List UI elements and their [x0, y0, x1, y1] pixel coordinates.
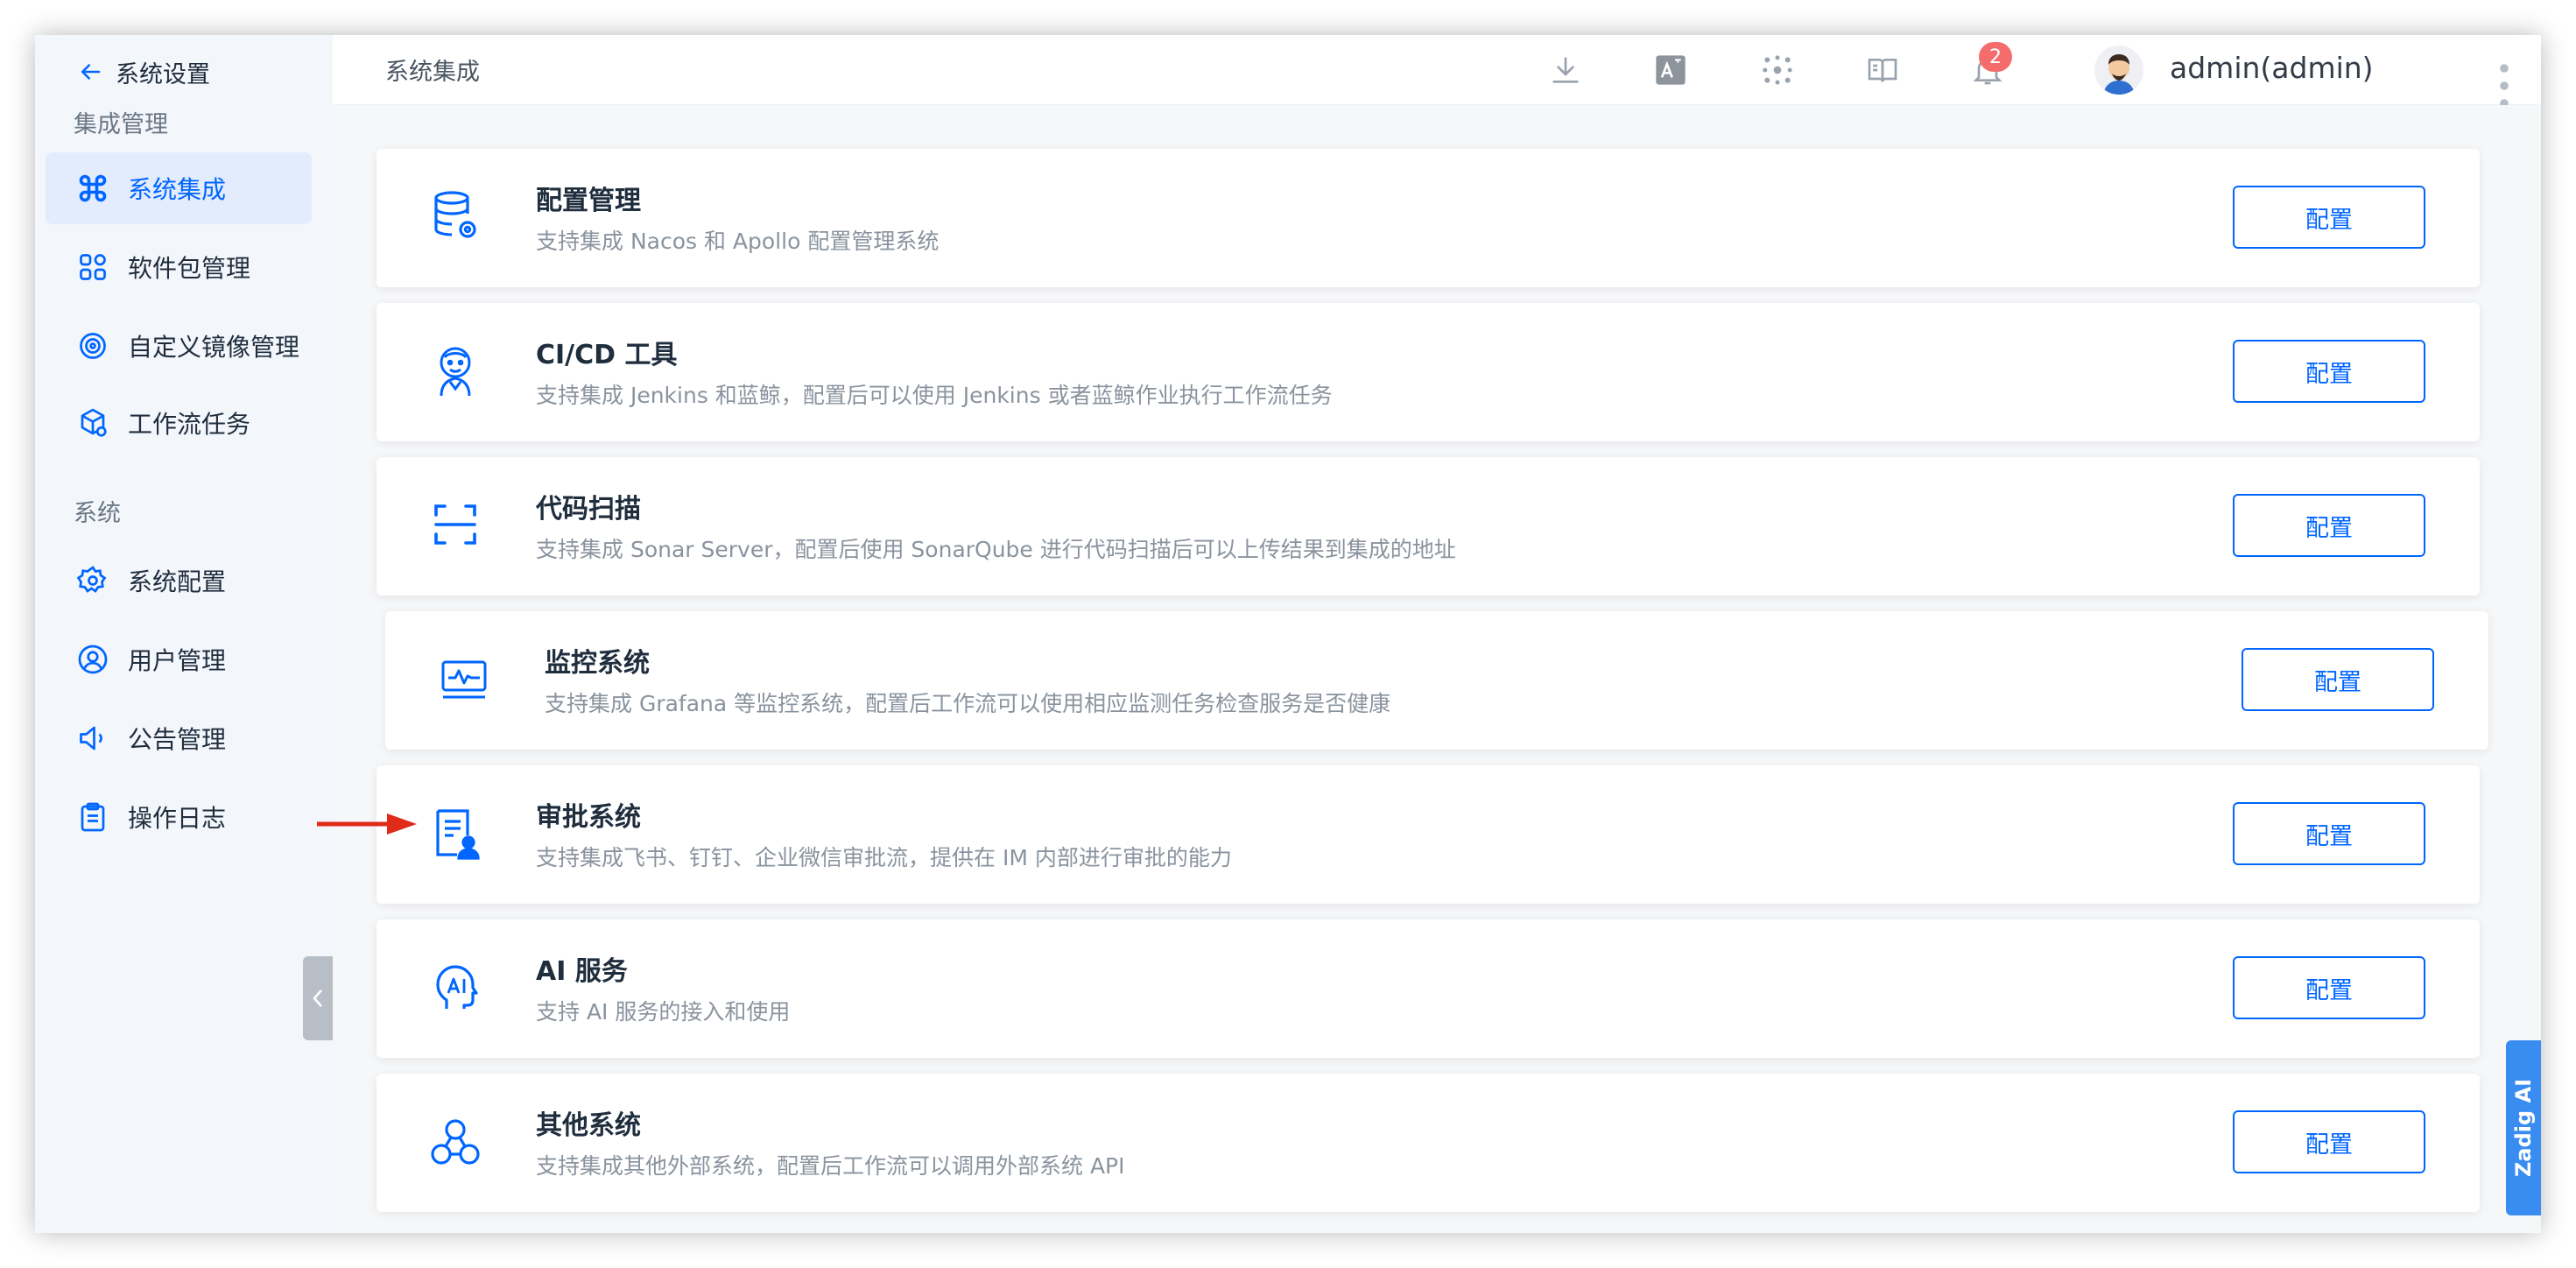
nodes-icon: [429, 1114, 482, 1168]
assistant-tab-label: Zadig AI: [2511, 1078, 2537, 1178]
book-icon: [1868, 59, 1897, 82]
card-title: 其他系统: [536, 1110, 641, 1141]
card-description: 支持 AI 服务的接入和使用: [536, 999, 791, 1025]
arrow-left-icon: [81, 64, 101, 80]
download-icon: [1552, 57, 1579, 83]
translate-button[interactable]: [1653, 53, 1688, 88]
box-gear-icon: [81, 408, 107, 437]
integration-list: 配置管理 支持集成 Nacos 和 Apollo 配置管理系统 配置 CI/CD…: [333, 105, 2541, 1233]
card-title: CI/CD 工具: [536, 340, 678, 370]
card-description: 支持集成 Jenkins 和蓝鲸，配置后可以使用 Jenkins 或者蓝鲸作业执…: [536, 383, 1333, 408]
sidebar-item-label: 用户管理: [128, 646, 227, 675]
configure-button-ai-service[interactable]: 配置: [2233, 956, 2425, 1019]
download-button[interactable]: [1548, 53, 1583, 88]
translate-icon: [1656, 55, 1686, 85]
sidebar-item-system-integration[interactable]: 系统集成: [46, 152, 312, 224]
configure-button-other-systems[interactable]: 配置: [2233, 1110, 2425, 1173]
sidebar-item-label: 公告管理: [128, 725, 227, 754]
sidebar-item-system-config[interactable]: 系统配置: [46, 545, 312, 616]
card-description: 支持集成其他外部系统，配置后工作流可以调用外部系统 API: [536, 1153, 1125, 1179]
card-title: AI 服务: [536, 956, 628, 987]
integration-card-approval: 审批系统 支持集成飞书、钉钉、企业微信审批流，提供在 IM 内部进行审批的能力 …: [377, 765, 2480, 904]
apps-grid-icon: [80, 254, 106, 280]
dots-cluster-icon: [1763, 55, 1792, 85]
integration-card-code-scan: 代码扫描 支持集成 Sonar Server，配置后使用 SonarQube 进…: [377, 457, 2480, 595]
sidebar-item-label: 操作日志: [128, 804, 227, 833]
integration-card-other-systems: 其他系统 支持集成其他外部系统，配置后工作流可以调用外部系统 API 配置: [377, 1074, 2480, 1212]
plugins-button[interactable]: [1760, 53, 1795, 88]
configure-button-cicd[interactable]: 配置: [2233, 340, 2425, 403]
app-window: 系统设置 集成管理 系统集成 软件包管理 自定义镜像管理 工作流任务 系统 系统…: [35, 35, 2541, 1233]
integration-card-cicd: CI/CD 工具 支持集成 Jenkins 和蓝鲸，配置后可以使用 Jenkin…: [377, 303, 2480, 441]
database-gear-icon: [429, 189, 482, 243]
group-label-integration: 集成管理: [74, 111, 168, 138]
docs-button[interactable]: [1865, 53, 1900, 88]
integration-card-config-management: 配置管理 支持集成 Nacos 和 Apollo 配置管理系统 配置: [377, 149, 2480, 287]
sidebar-collapse-handle[interactable]: [303, 956, 333, 1040]
sidebar-item-label: 工作流任务: [128, 410, 251, 439]
document-user-icon: [429, 806, 482, 860]
username[interactable]: admin(admin): [2170, 51, 2374, 85]
speaker-icon: [80, 726, 102, 750]
zadig-ai-assistant-tab[interactable]: Zadig AI: [2506, 1040, 2541, 1215]
sidebar-item-operation-log[interactable]: 操作日志: [46, 781, 312, 853]
card-title: 代码扫描: [536, 494, 641, 525]
user-circle-icon: [78, 645, 108, 674]
sidebar: 系统设置 集成管理 系统集成 软件包管理 自定义镜像管理 工作流任务 系统 系统…: [35, 35, 333, 1233]
card-description: 支持集成 Nacos 和 Apollo 配置管理系统: [536, 229, 940, 254]
configure-button-config-management[interactable]: 配置: [2233, 186, 2425, 249]
sidebar-item-packages[interactable]: 软件包管理: [46, 231, 312, 303]
chevron-left-icon: [313, 990, 322, 1007]
back-to-settings[interactable]: 系统设置: [77, 54, 210, 89]
sidebar-item-custom-images[interactable]: 自定义镜像管理: [46, 310, 312, 382]
annotation-arrow-icon: [317, 814, 417, 835]
jenkins-icon: [429, 343, 482, 398]
card-title: 监控系统: [545, 648, 650, 679]
disc-icon: [80, 333, 106, 359]
integration-card-monitoring: 监控系统 支持集成 Grafana 等监控系统，配置后工作流可以使用相应监测任务…: [385, 611, 2488, 750]
sidebar-item-users[interactable]: 用户管理: [46, 623, 312, 695]
card-description: 支持集成 Grafana 等监控系统，配置后工作流可以使用相应监测任务检查服务是…: [545, 691, 1391, 716]
configure-button-monitoring[interactable]: 配置: [2242, 648, 2434, 711]
group-label-system: 系统: [74, 500, 121, 527]
sidebar-item-workflow-tasks[interactable]: 工作流任务: [46, 387, 312, 459]
integration-card-ai-service: AI 服务 支持 AI 服务的接入和使用 配置: [377, 919, 2480, 1058]
scan-icon: [429, 497, 482, 552]
configure-button-approval[interactable]: 配置: [2233, 802, 2425, 865]
card-description: 支持集成 Sonar Server，配置后使用 SonarQube 进行代码扫描…: [536, 537, 1456, 562]
card-title: 配置管理: [536, 186, 641, 216]
sidebar-item-label: 系统配置: [128, 567, 227, 596]
sidebar-item-label: 系统集成: [128, 175, 227, 204]
clipboard-icon: [81, 802, 105, 832]
command-icon: [79, 174, 107, 202]
more-menu-button[interactable]: [2495, 54, 2513, 108]
monitor-pulse-icon: [438, 652, 490, 706]
configure-button-code-scan[interactable]: 配置: [2233, 494, 2425, 557]
user-avatar-icon: [2094, 46, 2143, 95]
ai-head-icon: [429, 960, 482, 1014]
back-label: 系统设置: [116, 60, 210, 88]
top-header: 系统集成 2 admin(admin): [333, 35, 2541, 108]
card-description: 支持集成飞书、钉钉、企业微信审批流，提供在 IM 内部进行审批的能力: [536, 845, 1232, 870]
sidebar-item-announcements[interactable]: 公告管理: [46, 702, 312, 774]
avatar[interactable]: [2094, 46, 2143, 95]
sidebar-item-label: 自定义镜像管理: [128, 333, 300, 362]
notification-badge: 2: [1979, 42, 2012, 72]
sidebar-item-label: 软件包管理: [128, 254, 251, 283]
card-title: 审批系统: [536, 802, 641, 833]
gear-icon: [77, 566, 107, 593]
page-title: 系统集成: [385, 59, 480, 86]
